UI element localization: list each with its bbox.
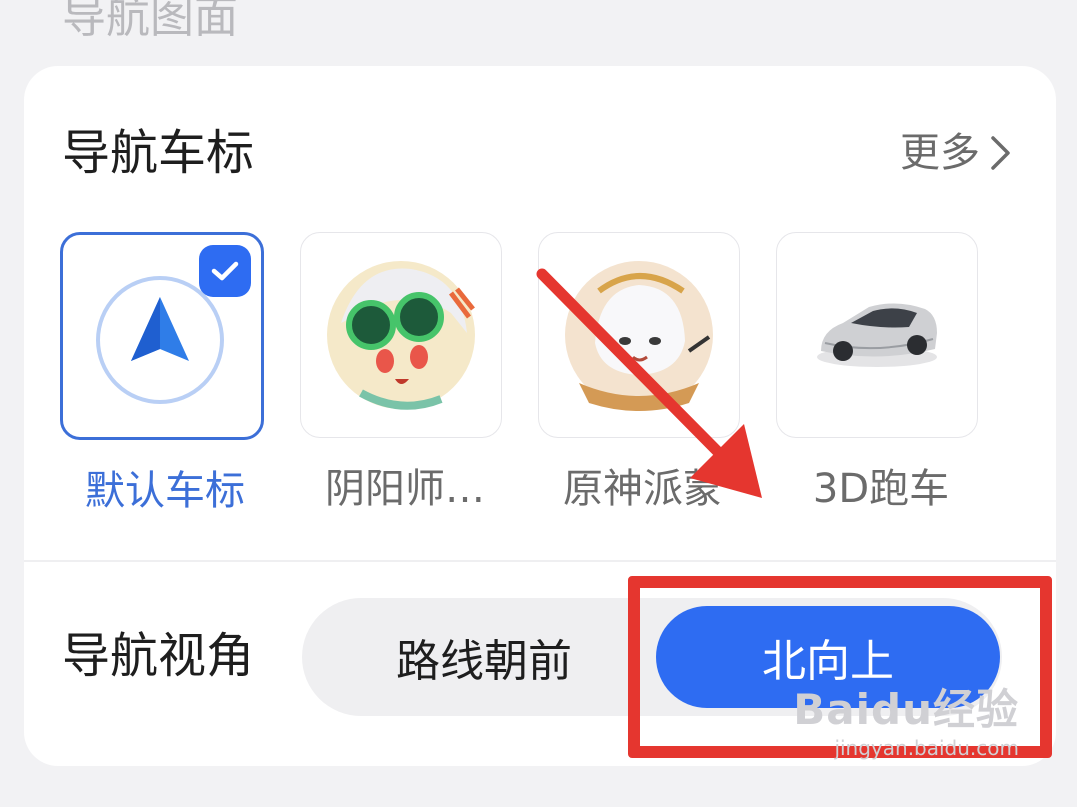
more-label: 更多	[900, 130, 980, 176]
check-icon	[199, 245, 251, 297]
vehicle-icon-3d-car[interactable]: 3D跑车	[776, 232, 980, 514]
view-angle-title: 导航视角	[62, 628, 255, 684]
north-up-option[interactable]: 北向上	[656, 606, 1000, 708]
vehicle-icon-tile[interactable]	[300, 232, 502, 438]
divider	[24, 560, 1056, 562]
vehicle-icon-tile[interactable]	[60, 232, 264, 440]
vehicle-icon-label: 默认车标	[85, 468, 245, 514]
vehicle-icon-list: 默认车标 阴阳师… 原神派蒙 3D跑车	[60, 232, 1040, 532]
vehicle-icon-onmyoji[interactable]: 阴阳师…	[300, 232, 504, 514]
vehicle-icon-label: 阴阳师…	[325, 466, 485, 512]
onmyoji-avatar-icon	[327, 261, 475, 410]
sports-car-icon	[817, 303, 937, 367]
section-title: 导航图面	[62, 0, 238, 43]
navigation-settings-card: 导航车标 更多 默认车标 阴阳师… 原神派蒙 3D跑车 导航视角 路线朝前 北向…	[24, 66, 1056, 766]
route-forward-option[interactable]: 路线朝前	[312, 606, 656, 708]
more-button[interactable]: 更多	[900, 128, 1012, 178]
vehicle-icon-tile[interactable]	[776, 232, 978, 438]
vehicle-icon-label: 原神派蒙	[563, 466, 723, 512]
vehicle-icon-default[interactable]: 默认车标	[60, 232, 264, 516]
vehicle-icon-tile[interactable]	[538, 232, 740, 438]
vehicle-icon-paimon[interactable]: 原神派蒙	[538, 232, 742, 514]
paimon-avatar-icon	[565, 261, 713, 411]
chevron-right-icon	[991, 136, 1010, 170]
vehicle-icon-label: 3D跑车	[812, 466, 950, 512]
vehicle-icon-title: 导航车标	[62, 125, 255, 181]
view-angle-segmented-control: 路线朝前 北向上	[302, 598, 1002, 716]
